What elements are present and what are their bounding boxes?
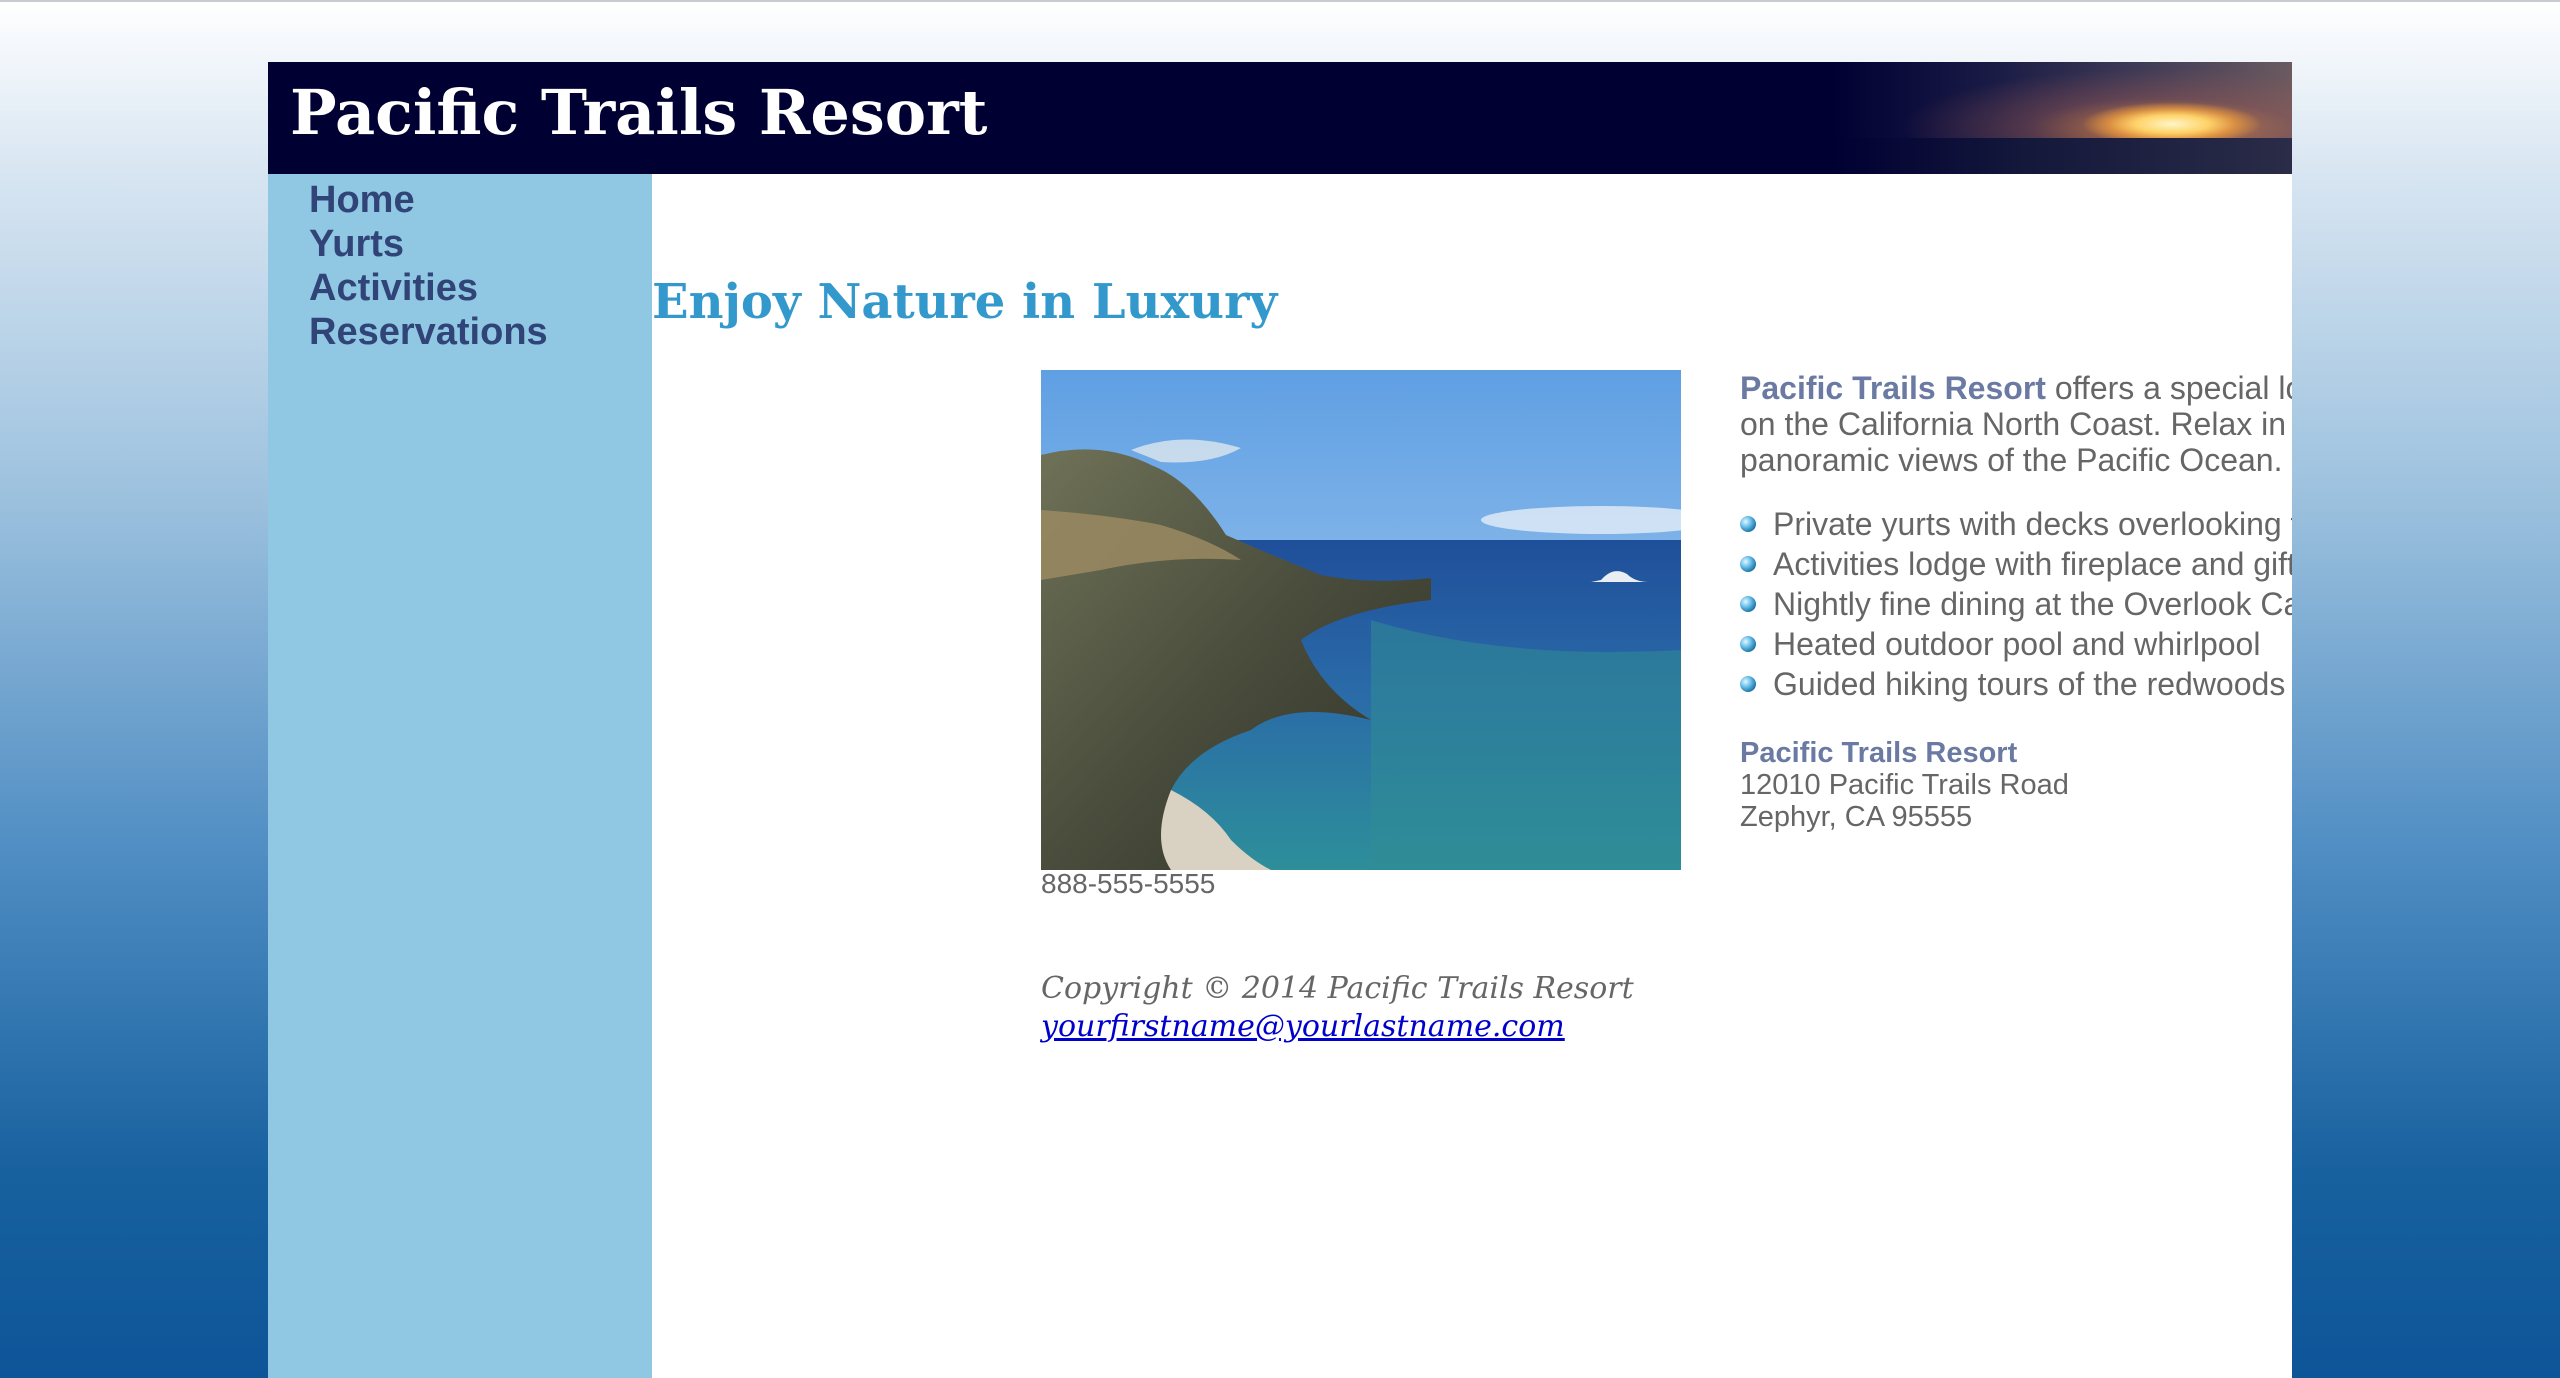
nav-item-reservations[interactable]: Reservations (309, 310, 548, 354)
sunset-banner-image (1832, 62, 2292, 174)
sunset-sea (1832, 138, 2292, 174)
bullet-icon (1740, 676, 1756, 692)
list-item: Private yurts with decks overlooking the… (1740, 504, 2292, 544)
list-item: Guided hiking tours of the redwoods (1740, 664, 2292, 704)
resort-address: Pacific Trails Resort 12010 Pacific Trai… (1740, 737, 2069, 833)
site-footer: Copyright © 2014 Pacific Trails Resort y… (1041, 970, 1634, 1046)
address-city: Zephyr, CA 95555 (1740, 801, 1973, 833)
copyright-text: Copyright © 2014 Pacific Trails Resort (1041, 971, 1634, 1006)
address-street: 12010 Pacific Trails Road (1740, 769, 2069, 801)
main-content: Enjoy Nature in Luxury 888-555-5555 Paci… (652, 174, 2292, 1378)
feature-list: Private yurts with decks overlooking the… (1740, 504, 2292, 704)
address-name: Pacific Trails Resort (1740, 737, 2018, 769)
list-item: Heated outdoor pool and whirlpool (1740, 624, 2292, 664)
site-header: Pacific Trails Resort (268, 62, 2292, 174)
nav-item-activities[interactable]: Activities (309, 266, 548, 310)
bullet-icon (1740, 516, 1756, 532)
list-item: Activities lodge with fireplace and gift… (1740, 544, 2292, 584)
bullet-icon (1740, 596, 1756, 612)
email-link[interactable]: yourfirstname@yourlastname.com (1041, 1008, 1634, 1046)
nav-item-home[interactable]: Home (309, 178, 548, 222)
phone-number: 888-555-5555 (1041, 868, 1216, 899)
page-wrapper: Pacific Trails Resort Home Yurts Activit… (268, 62, 2292, 1378)
list-item: Nightly fine dining at the Overlook Cafe (1740, 584, 2292, 624)
bullet-icon (1740, 556, 1756, 572)
nav-list: Home Yurts Activities Reservations (309, 179, 548, 354)
site-nav: Home Yurts Activities Reservations (268, 174, 652, 1378)
site-title: Pacific Trails Resort (290, 76, 988, 149)
intro-resort-name: Pacific Trails Resort (1740, 370, 2046, 406)
nav-item-yurts[interactable]: Yurts (309, 222, 548, 266)
browser-top-edge (0, 0, 2560, 2)
intro-paragraph: Pacific Trails Resort offers a special l… (1740, 370, 2292, 478)
coast-photo (1041, 370, 1681, 870)
bullet-icon (1740, 636, 1756, 652)
page-heading: Enjoy Nature in Luxury (652, 274, 1278, 330)
